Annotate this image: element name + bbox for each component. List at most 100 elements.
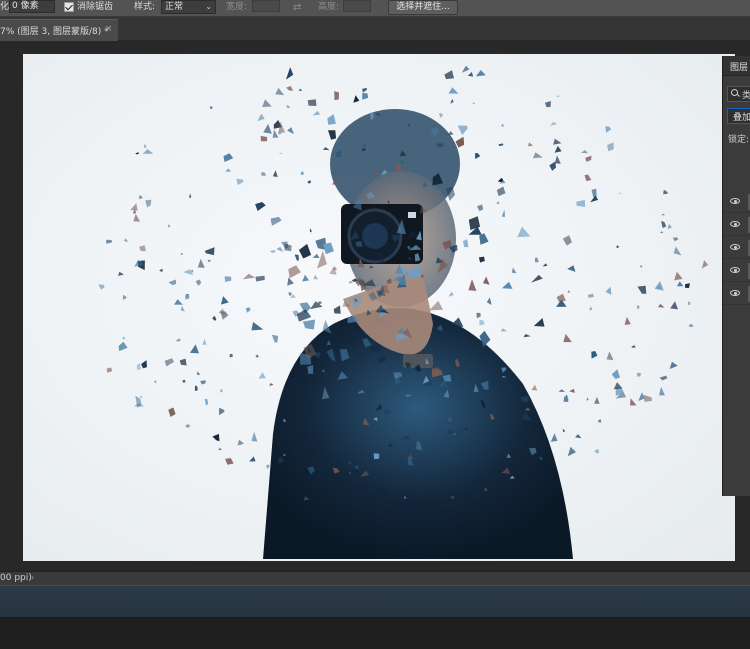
camera-logo bbox=[408, 212, 416, 218]
shard bbox=[189, 193, 192, 198]
shard bbox=[298, 88, 303, 92]
shard bbox=[167, 224, 171, 228]
layer-row[interactable] bbox=[723, 260, 750, 282]
shard bbox=[207, 259, 212, 263]
shard bbox=[591, 351, 598, 359]
shard bbox=[638, 392, 645, 401]
shard bbox=[255, 275, 265, 282]
shard bbox=[584, 174, 592, 182]
shard bbox=[288, 265, 301, 279]
shard bbox=[139, 395, 143, 398]
eye-icon[interactable] bbox=[730, 290, 740, 296]
eye-icon[interactable] bbox=[730, 244, 740, 250]
eye-icon[interactable] bbox=[730, 198, 740, 204]
antialias-checkbox[interactable] bbox=[64, 2, 74, 12]
document-tab[interactable]: 7% (图层 3, 图层蒙版/8) * × bbox=[0, 19, 118, 41]
shard bbox=[586, 397, 589, 401]
shard bbox=[348, 281, 353, 284]
shard bbox=[701, 260, 709, 269]
shard bbox=[164, 358, 174, 367]
shard bbox=[258, 372, 266, 379]
shard bbox=[500, 328, 508, 332]
shard bbox=[272, 129, 279, 138]
shard bbox=[605, 126, 612, 133]
height-input[interactable] bbox=[343, 0, 371, 12]
shard bbox=[486, 297, 492, 305]
shard bbox=[554, 145, 562, 153]
shard bbox=[261, 172, 267, 176]
blend-mode-value: 叠加 bbox=[733, 113, 750, 123]
shard bbox=[461, 65, 470, 73]
layer-filter[interactable]: 类 bbox=[727, 86, 750, 102]
shard bbox=[270, 250, 276, 253]
shard bbox=[118, 341, 128, 352]
eye-icon[interactable] bbox=[730, 267, 740, 273]
options-bar: 化: 0 像素 消除锯齿 样式: 正常 ⌄ 宽度: ⇄ 高度: 选择并遮住... bbox=[0, 0, 750, 17]
shard bbox=[249, 456, 256, 462]
shard bbox=[558, 389, 566, 392]
shard bbox=[204, 247, 215, 256]
shard bbox=[141, 360, 147, 369]
shard bbox=[313, 274, 319, 280]
shard bbox=[659, 231, 664, 234]
shard bbox=[479, 320, 485, 326]
style-select[interactable]: 正常 ⌄ bbox=[161, 0, 216, 14]
shard bbox=[257, 113, 265, 122]
shard bbox=[455, 136, 465, 148]
swap-icon[interactable]: ⇄ bbox=[293, 0, 301, 15]
shard bbox=[194, 385, 198, 391]
shard bbox=[300, 171, 305, 176]
shard bbox=[523, 334, 531, 338]
shard bbox=[242, 273, 256, 280]
shard bbox=[550, 121, 558, 126]
shard bbox=[553, 138, 562, 145]
shard bbox=[544, 101, 551, 108]
layers-panel-header[interactable]: 图层 bbox=[723, 56, 750, 76]
shard bbox=[534, 257, 539, 263]
shard bbox=[607, 142, 614, 152]
shard bbox=[142, 149, 154, 154]
shard bbox=[124, 238, 129, 243]
shard bbox=[281, 241, 289, 249]
document-tab-title: 7% (图层 3, 图层蒙版/8) * bbox=[0, 27, 109, 37]
shard bbox=[630, 398, 637, 406]
shard bbox=[237, 439, 245, 446]
shard bbox=[263, 123, 272, 134]
shard bbox=[677, 281, 684, 287]
layer-row[interactable] bbox=[723, 283, 750, 305]
shard bbox=[569, 388, 575, 393]
shard bbox=[255, 202, 266, 211]
shard bbox=[362, 93, 369, 100]
shard bbox=[567, 265, 576, 272]
shard bbox=[220, 389, 223, 393]
layer-row[interactable] bbox=[723, 237, 750, 259]
canvas-image[interactable] bbox=[23, 54, 735, 561]
shard bbox=[617, 192, 622, 195]
shard bbox=[448, 87, 459, 94]
shard bbox=[302, 319, 316, 330]
shard bbox=[549, 161, 556, 171]
shard bbox=[159, 268, 163, 272]
layer-row[interactable] bbox=[723, 191, 750, 213]
shard bbox=[448, 291, 454, 297]
feather-input[interactable]: 0 像素 bbox=[9, 0, 55, 13]
shard bbox=[654, 281, 664, 291]
select-and-mask-button[interactable]: 选择并遮住... bbox=[388, 0, 458, 15]
shard bbox=[251, 321, 264, 331]
chevron-right-icon[interactable]: › bbox=[31, 573, 34, 582]
shard bbox=[567, 446, 576, 457]
shard bbox=[661, 213, 665, 216]
shard bbox=[542, 263, 548, 267]
shard bbox=[219, 407, 225, 416]
eye-icon[interactable] bbox=[730, 221, 740, 227]
close-icon[interactable]: × bbox=[105, 24, 113, 34]
shard bbox=[154, 380, 157, 383]
width-input[interactable] bbox=[252, 0, 280, 12]
layer-row[interactable] bbox=[723, 214, 750, 236]
shard bbox=[298, 243, 312, 259]
shard bbox=[182, 379, 186, 383]
shard bbox=[631, 345, 636, 348]
shard bbox=[353, 95, 360, 103]
blend-mode-select[interactable]: 叠加 bbox=[727, 108, 750, 124]
shard bbox=[501, 123, 504, 127]
